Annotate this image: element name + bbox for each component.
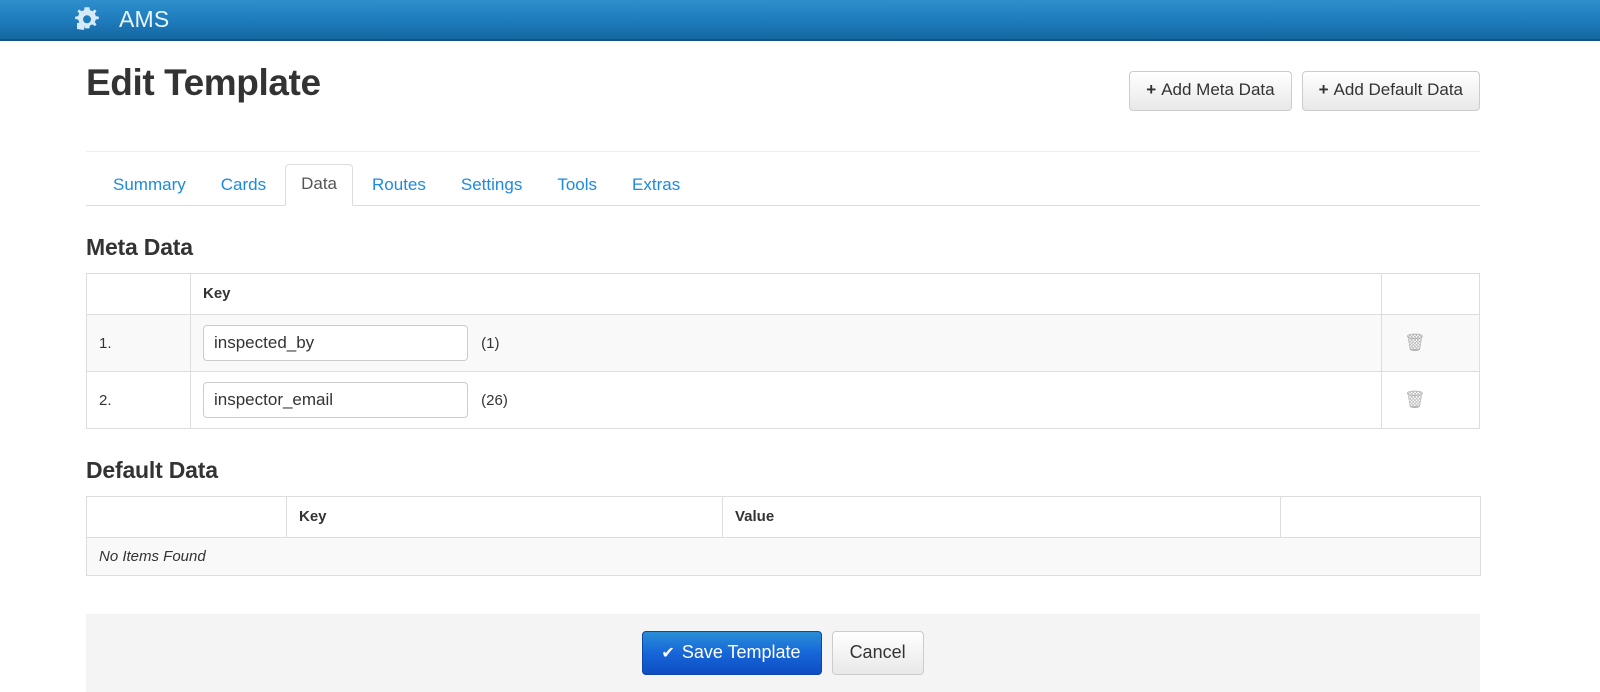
default-data-heading: Default Data (86, 457, 218, 483)
default-col-actions (1280, 496, 1481, 538)
meta-key-count: (26) (481, 391, 508, 409)
meta-col-actions (1381, 273, 1480, 315)
tab-extras[interactable]: Extras (616, 165, 696, 206)
row-key-cell: (1) (190, 314, 1382, 372)
default-col-index (86, 496, 287, 538)
meta-data-heading: Meta Data (86, 234, 193, 260)
save-template-button[interactable]: ✔ Save Template (642, 630, 822, 676)
trash-icon[interactable]: 🗑 (1404, 391, 1426, 408)
tab-cards[interactable]: Cards (205, 165, 282, 206)
empty-state-message: No Items Found (86, 537, 1481, 576)
row-key-cell: (26) (190, 371, 1382, 429)
top-navbar: AMS (0, 0, 1600, 41)
row-actions: 🗑 (1381, 314, 1480, 372)
add-meta-data-label: Add Meta Data (1161, 80, 1275, 99)
tab-routes[interactable]: Routes (356, 165, 442, 206)
plus-icon: + (1318, 80, 1329, 99)
tab-data[interactable]: Data (285, 164, 354, 206)
row-actions: 🗑 (1381, 371, 1480, 429)
default-col-key: Key (286, 496, 723, 538)
page-header: Edit Template + Add Meta Data + Add Defaul… (86, 62, 1480, 152)
tab-settings[interactable]: Settings (445, 165, 538, 206)
table-header-row: Key Value (86, 496, 1481, 538)
trash-icon[interactable]: 🗑 (1404, 334, 1426, 351)
row-index: 2. (86, 371, 191, 429)
tab-bar: Summary Cards Data Routes Settings Tools… (86, 164, 1480, 206)
meta-key-input[interactable] (203, 325, 468, 361)
table-header-row: Key (86, 273, 1480, 315)
page-title: Edit Template (86, 62, 321, 103)
empty-state-row: No Items Found (86, 537, 1481, 576)
gear-icon (70, 3, 104, 37)
add-default-data-button[interactable]: + Add Default Data (1301, 71, 1480, 111)
meta-col-index (86, 273, 191, 315)
tab-tools[interactable]: Tools (541, 165, 613, 206)
check-icon: ✔ (661, 644, 675, 662)
page-container: Edit Template + Add Meta Data + Add Defaul… (86, 41, 1481, 692)
form-footer: ✔ Save Template Cancel (86, 614, 1480, 692)
table-row: 2. (26) 🗑 (86, 371, 1480, 429)
brand-link[interactable]: AMS (70, 0, 169, 40)
plus-icon: + (1146, 80, 1157, 99)
default-col-value: Value (722, 496, 1281, 538)
title-divider (86, 151, 1480, 152)
add-default-data-label: Add Default Data (1333, 80, 1463, 99)
brand-title: AMS (119, 6, 170, 32)
meta-data-table: Key 1. (1) 🗑 2. (26) (86, 273, 1480, 429)
default-data-table: Key Value No Items Found (86, 496, 1481, 576)
add-meta-data-button[interactable]: + Add Meta Data (1129, 71, 1292, 111)
meta-key-input[interactable] (203, 382, 468, 418)
meta-key-count: (1) (481, 334, 500, 352)
cancel-button[interactable]: Cancel (831, 630, 924, 676)
save-template-label: Save Template (681, 641, 801, 662)
header-actions: + Add Meta Data + Add Default Data (1129, 71, 1480, 111)
table-row: 1. (1) 🗑 (86, 314, 1480, 372)
row-index: 1. (86, 314, 191, 372)
meta-col-key: Key (190, 273, 1382, 315)
tab-summary[interactable]: Summary (97, 165, 202, 206)
